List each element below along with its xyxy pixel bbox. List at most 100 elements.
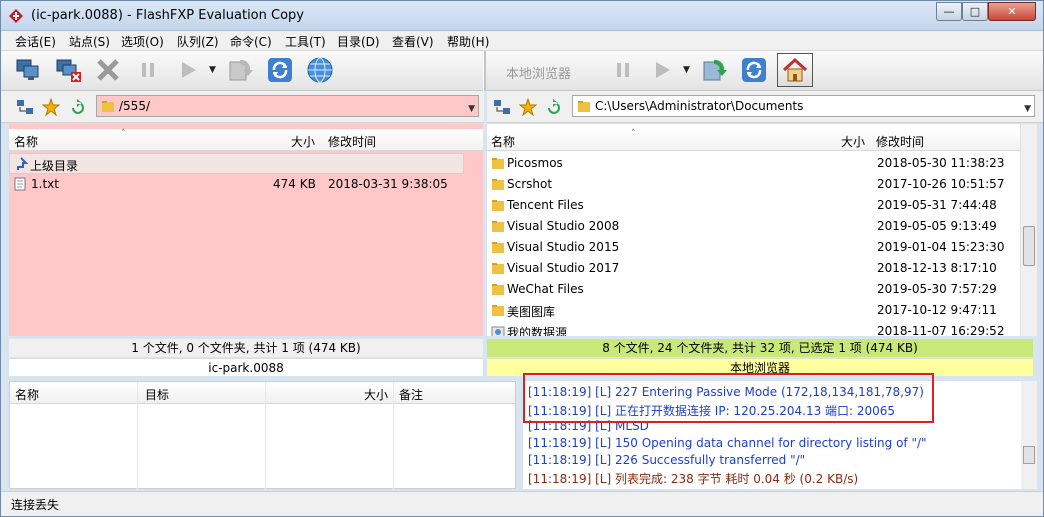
local-sync-button[interactable] <box>699 55 729 85</box>
star-icon[interactable] <box>42 98 60 116</box>
col-modified[interactable]: 修改时间 <box>328 133 376 150</box>
log-line: [11:18:19] [L] 150 Opening data channel … <box>528 436 927 453</box>
menu-session[interactable]: 会话(E) <box>13 33 58 50</box>
col-size[interactable]: 大小 <box>291 133 315 150</box>
queue-column-header: 名称 目标 大小 备注 <box>10 382 515 404</box>
pause-icon <box>617 63 629 77</box>
minimize-button[interactable]: — <box>936 2 962 21</box>
local-path-input[interactable]: C:\Users\Administrator\Documents ▼ <box>572 95 1035 117</box>
sync-button[interactable] <box>225 55 255 85</box>
col-name[interactable]: 名称 <box>14 133 38 150</box>
computer-disconnect-icon <box>56 59 81 82</box>
queue-col-target[interactable]: 目标 <box>145 386 169 403</box>
local-transfer-button[interactable] <box>647 55 677 85</box>
table-row[interactable]: Picosmos 2018-05-30 11:38:23 <box>487 153 1033 174</box>
log-tag: [L] <box>595 453 612 467</box>
queue-col-note[interactable]: 备注 <box>399 386 423 403</box>
folder-icon <box>492 263 504 274</box>
up-arrow-icon[interactable] <box>544 98 562 116</box>
close-button[interactable]: ✕ <box>988 2 1036 21</box>
local-refresh-button[interactable] <box>739 55 769 85</box>
remote-path-input[interactable]: /555/ ▼ <box>96 95 479 117</box>
menu-bar: 会话(E) 站点(S) 选项(O) 队列(Z) 命令(C) 工具(T) 目录(D… <box>1 31 1043 51</box>
menu-help[interactable]: 帮助(H) <box>445 33 491 50</box>
computer-connect-icon <box>16 59 39 80</box>
connect-button[interactable] <box>13 55 43 85</box>
remote-host-label: ic-park.0088 <box>9 358 483 376</box>
queue-col-name[interactable]: 名称 <box>15 386 39 403</box>
log-line: [11:18:19] [L] 226 Successfully transfer… <box>528 453 805 470</box>
local-browser-label[interactable]: 本地浏览器 <box>506 63 571 82</box>
menu-tools[interactable]: 工具(T) <box>283 33 328 50</box>
menu-commands[interactable]: 命令(C) <box>228 33 274 50</box>
chevron-down-icon[interactable]: ▼ <box>468 99 475 119</box>
local-file-list[interactable]: 名称 ˄ 大小 修改时间 Picosmos 2018-05-30 11:38:23… <box>487 124 1033 336</box>
log-tag: [L] <box>595 472 612 486</box>
table-row[interactable]: Visual Studio 2017 2018-12-13 8:17:10 <box>487 258 1033 279</box>
file-modified: 2019-05-31 7:44:48 <box>877 198 997 212</box>
play-icon <box>656 62 670 78</box>
log-msg: 列表完成: 238 字节 耗时 0.04 秒 (0.2 KB/s) <box>614 472 859 486</box>
star-icon[interactable] <box>519 98 537 116</box>
col-modified[interactable]: 修改时间 <box>876 133 924 150</box>
scrollbar-thumb[interactable] <box>1023 226 1035 266</box>
folder-sync-icon <box>703 59 727 81</box>
menu-sites[interactable]: 站点(S) <box>67 33 112 50</box>
file-modified: 2018-05-30 11:38:23 <box>877 156 1005 170</box>
queue-col-size[interactable]: 大小 <box>364 386 388 403</box>
sort-asc-icon: ˄ <box>121 129 126 139</box>
remote-file-list[interactable]: 名称 ˄ 大小 修改时间 上级目录 1.txt 474 KB 2018-03-3… <box>9 124 483 336</box>
table-row[interactable]: Tencent Files 2019-05-31 7:44:48 <box>487 195 1033 216</box>
table-row[interactable]: 1.txt 474 KB 2018-03-31 9:38:05 <box>9 174 483 195</box>
title-bar[interactable]: (ic-park.0088) - FlashFXP Evaluation Cop… <box>1 1 1043 31</box>
file-name: 我的数据源 <box>507 326 568 336</box>
site-manager-icon[interactable] <box>16 98 34 116</box>
pause-button[interactable] <box>133 55 163 85</box>
maximize-button[interactable]: □ <box>962 2 988 21</box>
window-title: (ic-park.0088) - FlashFXP Evaluation Cop… <box>31 8 304 23</box>
col-name[interactable]: 名称 <box>491 133 515 150</box>
log-scrollbar[interactable] <box>1021 381 1037 489</box>
chevron-down-icon[interactable]: ▼ <box>1024 99 1031 119</box>
x-cancel-icon <box>97 59 119 81</box>
refresh-button[interactable] <box>265 55 295 85</box>
table-row[interactable]: 美图图库 2017-10-12 9:47:11 <box>487 300 1033 321</box>
remote-path-text: /555/ <box>119 99 150 113</box>
table-row[interactable]: Visual Studio 2008 2019-05-05 9:13:49 <box>487 216 1033 237</box>
data-source-icon <box>491 326 505 336</box>
local-column-header: 名称 ˄ 大小 修改时间 <box>487 129 1033 151</box>
file-name: Scrshot <box>507 177 553 191</box>
transfer-button[interactable] <box>173 55 203 85</box>
web-button[interactable] <box>305 55 335 85</box>
folder-icon <box>102 101 114 112</box>
log-time: [11:18:19] <box>528 453 592 467</box>
file-modified: 2019-05-30 7:57:29 <box>877 282 997 296</box>
abort-button[interactable] <box>93 55 123 85</box>
file-name: Visual Studio 2008 <box>507 219 620 233</box>
table-row[interactable]: Visual Studio 2015 2019-01-04 15:23:30 <box>487 237 1033 258</box>
parent-dir-row[interactable]: 上级目录 <box>9 153 464 174</box>
menu-options[interactable]: 选项(O) <box>119 33 166 50</box>
local-pause-button[interactable] <box>608 55 638 85</box>
menu-view[interactable]: 查看(V) <box>390 33 436 50</box>
menu-queue[interactable]: 队列(Z) <box>175 33 221 50</box>
table-row[interactable]: WeChat Files 2019-05-30 7:57:29 <box>487 279 1033 300</box>
file-modified: 2017-10-12 9:47:11 <box>877 303 997 317</box>
file-name: Visual Studio 2015 <box>507 240 620 254</box>
menu-directory[interactable]: 目录(D) <box>335 33 382 50</box>
sort-asc-icon: ˄ <box>631 129 636 139</box>
disconnect-button[interactable] <box>53 55 83 85</box>
table-row[interactable]: Scrshot 2017-10-26 10:51:57 <box>487 174 1033 195</box>
app-window: (ic-park.0088) - FlashFXP Evaluation Cop… <box>0 0 1044 517</box>
home-button[interactable] <box>777 53 813 87</box>
transfer-dropdown-icon[interactable]: ▼ <box>209 65 219 75</box>
up-arrow-icon[interactable] <box>68 98 86 116</box>
local-scrollbar[interactable] <box>1020 124 1037 336</box>
table-row[interactable]: 我的数据源 2018-11-07 16:29:52 <box>487 321 1033 336</box>
site-manager-icon[interactable] <box>493 98 511 116</box>
local-transfer-dropdown-icon[interactable]: ▼ <box>683 65 693 75</box>
queue-col-divider <box>265 382 266 490</box>
transfer-queue[interactable]: 名称 目标 大小 备注 <box>9 381 516 490</box>
scrollbar-thumb[interactable] <box>1023 446 1035 464</box>
col-size[interactable]: 大小 <box>841 133 865 150</box>
